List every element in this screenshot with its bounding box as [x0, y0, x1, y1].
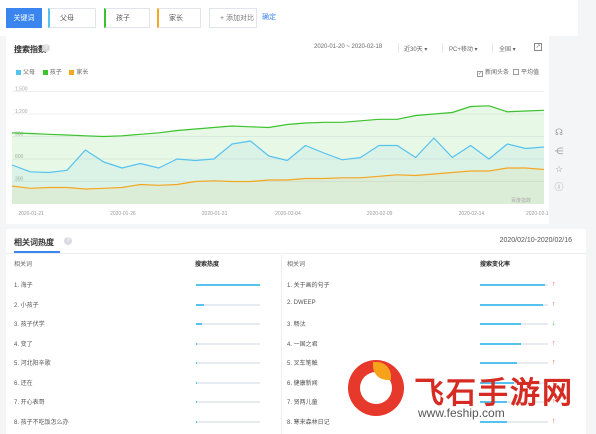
change-bar-fill — [480, 284, 545, 286]
y-tick-label: 1,500 — [15, 87, 28, 93]
related-word[interactable]: 4. 变了 — [14, 339, 33, 348]
heat-bar-track — [196, 303, 260, 306]
related-word[interactable]: 7. 开心表哥 — [14, 397, 45, 406]
change-bar-fill — [480, 303, 544, 306]
heat-bar-fill — [196, 401, 197, 403]
arrow-up-icon: ↑ — [552, 300, 556, 308]
x-tick-label: 2020-02-04 — [275, 211, 301, 217]
device-select[interactable]: PC+移动 ▾ — [449, 44, 478, 53]
change-bar-track — [480, 303, 548, 306]
divider — [492, 43, 493, 53]
change-bar-fill — [480, 323, 521, 325]
legend-item-guardians[interactable]: 家长 — [69, 69, 88, 76]
chart-watermark: 百度指数 — [511, 198, 532, 204]
heat-bar-fill — [196, 381, 197, 384]
chart-legend: 父母 孩子 家长 — [16, 67, 94, 76]
help-icon[interactable]: ? — [64, 237, 72, 245]
related-word[interactable]: 6. 健康新闻 — [287, 378, 318, 387]
change-bar-track — [480, 323, 548, 325]
heat-bar-fill — [196, 362, 198, 364]
heat-bar-track — [196, 420, 260, 423]
trend-card: 搜索指数 ? 2020-01-20 ~ 2020-02-18 近30天 ▾ PC… — [6, 36, 549, 224]
related-word[interactable]: 4. 一国之君 — [287, 339, 318, 348]
trend-title: 搜索指数 — [14, 45, 46, 54]
related-word[interactable]: 8. 孩子不吃饭怎么办 — [14, 417, 69, 426]
related-word[interactable]: 8. 寒来森林日记 — [287, 417, 330, 426]
related-word[interactable]: 1. 海子 — [14, 280, 33, 289]
x-tick-label: 2020-02-14 — [459, 211, 485, 217]
related-word[interactable]: 3. 孩子伏学 — [14, 319, 45, 328]
date-range[interactable]: 2020-01-20 ~ 2020-02-18 — [314, 44, 382, 50]
checkbox-checked-icon: ✓ — [477, 71, 483, 77]
confirm-button[interactable]: 确定 — [262, 8, 276, 28]
heat-bar-track — [196, 401, 260, 403]
region-select[interactable]: 全国 ▾ — [499, 44, 516, 53]
x-tick-label: 2020-01-21 — [18, 211, 44, 217]
x-tick-label: 2020-02-09 — [367, 211, 393, 217]
change-bar-track — [480, 284, 548, 286]
related-word[interactable]: 2. DWEEP — [287, 300, 316, 306]
related-title: 相关词热度 — [14, 238, 54, 247]
question-icon[interactable]: ⓘ — [553, 181, 565, 193]
related-word[interactable]: 1. 关于画的句子 — [287, 280, 330, 289]
logo-mark-icon — [348, 360, 404, 416]
column-divider — [281, 255, 282, 434]
related-date-range[interactable]: 2020/02/10-2020/02/16 — [500, 237, 572, 244]
divider — [442, 43, 443, 53]
divider — [398, 43, 399, 53]
news-checkbox[interactable]: ✓ 新闻头条 — [477, 67, 509, 77]
keyword-chip-3[interactable]: 家长 — [157, 8, 201, 28]
heat-bar-fill — [196, 323, 203, 325]
y-tick-label: 1,200 — [15, 109, 28, 115]
help-icon[interactable]: ? — [42, 44, 50, 52]
heat-bar-fill — [196, 420, 197, 423]
divider — [6, 253, 586, 254]
average-checkbox[interactable]: 平均值 — [513, 67, 539, 76]
change-bar-track — [480, 342, 548, 345]
star-icon[interactable]: ☆ — [553, 163, 565, 175]
related-word[interactable]: 7. 贤两儿童 — [287, 397, 318, 406]
add-compare-button[interactable]: + 添加对比 — [209, 8, 257, 28]
checkbox-icon — [513, 69, 519, 75]
arrow-down-icon: ↓ — [552, 320, 556, 327]
x-tick-label: 2020-01-26 — [110, 211, 136, 217]
change-bar-fill — [480, 342, 521, 345]
export-icon[interactable]: ↗ — [534, 43, 542, 51]
heat-bar-fill — [196, 342, 198, 345]
related-word[interactable]: 3. 畅汰 — [287, 319, 306, 328]
arrow-up-icon: ↑ — [552, 281, 556, 288]
site-logo: 飞石手游网 www.feship.com — [348, 360, 586, 424]
arrow-up-icon: ↑ — [552, 339, 556, 347]
left-column-header: 相关词 — [14, 262, 33, 268]
heat-bar-track — [196, 381, 260, 384]
x-tick-label: 2020-01-31 — [202, 211, 228, 217]
logo-url: www.feship.com — [418, 406, 505, 420]
period-select[interactable]: 近30天 ▾ — [404, 44, 427, 53]
right-metric-header: 搜索变化率 — [480, 262, 511, 268]
heat-bar-fill — [196, 303, 204, 306]
heat-bar-fill — [196, 284, 260, 286]
heat-bar-track — [196, 284, 260, 286]
keyword-bar: 关键词 父母 孩子 家长 + 添加对比 确定 — [0, 0, 578, 36]
active-tab-underline — [14, 251, 60, 253]
left-metric-header: 搜索热度 — [195, 262, 220, 268]
page: 关键词 父母 孩子 家长 + 添加对比 确定 搜索指数 ? 2020-01-20… — [0, 0, 596, 434]
keyword-chip-2[interactable]: 孩子 — [104, 8, 150, 28]
keyword-tab[interactable]: 关键词 — [6, 8, 42, 28]
share-icon[interactable]: ⋲ — [553, 145, 565, 157]
headset-icon[interactable]: ☊ — [553, 126, 565, 138]
x-tick-label: 2020-02-18 — [526, 211, 549, 217]
keyword-chip-1[interactable]: 父母 — [48, 8, 96, 28]
heat-bar-track — [196, 342, 260, 345]
related-word[interactable]: 5. 叉车笔触 — [287, 358, 318, 367]
heat-bar-track — [196, 362, 260, 364]
related-word[interactable]: 6. 还在 — [14, 378, 33, 387]
related-word[interactable]: 5. 河北阳辛歌 — [14, 358, 51, 367]
related-word[interactable]: 2. 小孩子 — [14, 300, 39, 309]
legend-item-parents[interactable]: 父母 — [16, 69, 35, 76]
right-column-header: 相关词 — [287, 262, 306, 268]
heat-bar-track — [196, 323, 260, 325]
legend-item-children[interactable]: 孩子 — [42, 69, 62, 76]
trend-chart: 3006009001,2001,5002020-01-21 2020-01-26 2… — [11, 87, 549, 217]
